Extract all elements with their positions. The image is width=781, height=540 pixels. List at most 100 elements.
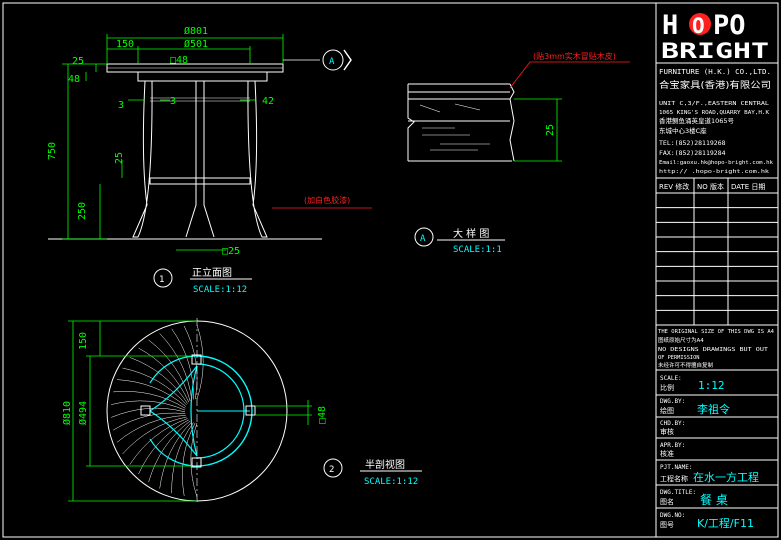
logo-bright: BRIGHT xyxy=(661,39,769,63)
project-label-en: PJT.NAME: xyxy=(660,464,693,471)
scale-label-cn: 比例 xyxy=(660,383,674,392)
approved-by-label-en: APR.BY: xyxy=(660,442,685,449)
half-section-plan xyxy=(106,318,288,505)
dim-leg-right: 42 xyxy=(262,96,274,107)
dim-rail: □48 xyxy=(170,55,188,66)
dim-offset-left: 150 xyxy=(116,39,134,50)
veneer-grain-line xyxy=(129,357,188,404)
dim-apron-height: 48 xyxy=(68,74,80,85)
title-block: SCALE: 比例 1:12 DWG.BY: 绘图 李祖令 CHD.BY: 审核… xyxy=(660,375,759,530)
revision-header-date: DATE 日期 xyxy=(731,183,765,191)
dim-plan-outer: Ø810 xyxy=(61,401,73,425)
detail-view-title: 大 样 图 xyxy=(453,227,489,240)
title-label-en: DWG.TITLE: xyxy=(660,489,696,496)
logo-po: PO xyxy=(713,10,746,41)
front-view-scale: SCALE:1:12 xyxy=(193,285,247,295)
company-name-cn: 合宝家具(香港)有限公司 xyxy=(659,79,771,91)
company-logo: H O PO BRIGHT xyxy=(661,10,769,63)
front-elevation xyxy=(48,63,322,240)
note-line: NO DESIGNS DRAWINGS BUT OUT xyxy=(658,347,769,353)
project-label-cn: 工程名称 xyxy=(660,474,688,483)
veneer-grain-line xyxy=(122,367,187,406)
dim-total-height: 750 xyxy=(47,142,58,160)
checked-by-label-en: CHD.BY: xyxy=(660,420,685,427)
number-label-en: DWG.NO: xyxy=(660,512,685,519)
project-value: 在水一方工程 xyxy=(693,470,759,484)
fax-number: FAX:(852)28119284 xyxy=(659,149,726,157)
plan-view-label: 2 半剖视图 SCALE:1:12 xyxy=(323,458,422,487)
note-line: 图纸原始尺寸为A4 xyxy=(658,336,704,344)
dim-plan-offset: 150 xyxy=(78,332,89,350)
email-address: Email:gaoxu.hk@hopo-bright.com.hk xyxy=(659,160,774,166)
address-line: 东城中心3楼C座 xyxy=(659,126,707,135)
phone-number: TEL:(852)28119268 xyxy=(659,139,726,147)
scale-value: 1:12 xyxy=(698,379,725,392)
dim-leg-left: 3 xyxy=(118,100,124,111)
drawn-by-label-en: DWG.BY: xyxy=(660,398,685,405)
veneer-grain-line xyxy=(122,416,187,455)
company-name-en: FURNITURE (H.K.) CO.,LTD. xyxy=(659,68,771,76)
title-value: 餐 桌 xyxy=(700,492,728,507)
veneer-grain-line xyxy=(116,415,186,443)
note-line: OF PERMISSION xyxy=(658,355,699,361)
dim-plan-rail: □48 xyxy=(317,406,328,424)
dim-foot-height: 250 xyxy=(77,202,88,220)
drawing-sheet: H O PO BRIGHT FURNITURE (H.K.) CO.,LTD. … xyxy=(2,2,779,538)
section-cut-marker: A xyxy=(283,49,352,71)
dim-leg-mid: 3 xyxy=(170,96,176,107)
section-marker-label: A xyxy=(329,57,335,67)
logo-h: H xyxy=(662,10,678,41)
leg-center xyxy=(185,81,215,238)
veneer-grain-line xyxy=(183,325,198,400)
plan-dimensions xyxy=(68,320,312,502)
address-line: UNIT C,3/F.,EASTERN CENTRAL xyxy=(659,101,770,107)
dim-base: □25 xyxy=(222,246,240,257)
detail-a-view xyxy=(407,83,515,162)
stretcher-front xyxy=(149,177,251,185)
number-value: K/工程/F11 xyxy=(697,517,754,530)
veneer-annotation: (贴3mm实木冒贴木皮) xyxy=(533,51,616,61)
veneer-grain-line xyxy=(196,324,204,400)
dim-overall-top: Ø801 xyxy=(184,25,208,37)
company-info: FURNITURE (H.K.) CO.,LTD. 合宝家具(香港)有限公司 U… xyxy=(659,68,774,175)
veneer-grain-line xyxy=(182,422,196,497)
veneer-grain-line xyxy=(116,379,186,407)
veneer-grain-line xyxy=(113,412,186,431)
veneer-grain-line xyxy=(148,420,191,483)
dim-stretcher: 25 xyxy=(114,152,125,164)
dim-inner-top: Ø501 xyxy=(184,38,208,50)
number-label-cn: 图号 xyxy=(660,521,674,529)
leg-left xyxy=(132,80,153,238)
cad-drawing-canvas: H O PO BRIGHT FURNITURE (H.K.) CO.,LTD. … xyxy=(0,0,781,540)
plan-view-scale: SCALE:1:12 xyxy=(364,477,418,487)
dim-top-thickness: 25 xyxy=(72,56,84,67)
drawing-notes: THE ORIGINAL SIZE OF THIS DWG IS A4 图纸原始… xyxy=(658,329,774,369)
apron xyxy=(137,71,268,82)
title-label-cn: 图名 xyxy=(660,497,674,506)
detail-view-label: A 大 样 图 SCALE:1:1 xyxy=(414,227,505,255)
dim-detail-thickness: 25 xyxy=(545,124,556,136)
address-line: 香港鲗鱼涌英皇道1065号 xyxy=(659,116,735,125)
front-view-title: 正立面图 xyxy=(192,266,232,279)
plan-view-number: 2 xyxy=(329,465,334,475)
front-view-number: 1 xyxy=(159,275,164,285)
checked-by-label-cn: 审核 xyxy=(660,427,674,436)
revision-header-rev: REV 修改 xyxy=(659,182,689,191)
detail-view-number: A xyxy=(420,234,426,244)
approved-by-label-cn: 核准 xyxy=(660,449,674,458)
dim-plan-inner: Ø494 xyxy=(77,401,89,425)
front-view-label: 1 正立面图 SCALE:1:12 xyxy=(153,266,252,295)
address-line: 1065 KING'S ROAD,QUARRY BAY,H.K xyxy=(659,110,770,116)
logo-o: O xyxy=(692,14,705,38)
note-line: THE ORIGINAL SIZE OF THIS DWG IS A4 xyxy=(658,329,774,335)
plan-view-title: 半剖视图 xyxy=(365,458,405,471)
paint-annotation: (加白色胶漆) xyxy=(304,195,350,205)
leg-square xyxy=(140,405,151,416)
revision-header-no: NO 版本 xyxy=(697,182,724,191)
front-dimensions xyxy=(62,34,284,251)
scale-label-en: SCALE: xyxy=(660,375,682,382)
drawn-by-label-cn: 绘图 xyxy=(660,406,674,415)
note-line: 未经许可不得擅自复制 xyxy=(658,361,714,369)
drawn-by-value: 李祖令 xyxy=(697,402,730,416)
front-dimension-labels: Ø801 Ø501 150 □48 25 48 3 3 42 750 25 25… xyxy=(47,25,274,257)
